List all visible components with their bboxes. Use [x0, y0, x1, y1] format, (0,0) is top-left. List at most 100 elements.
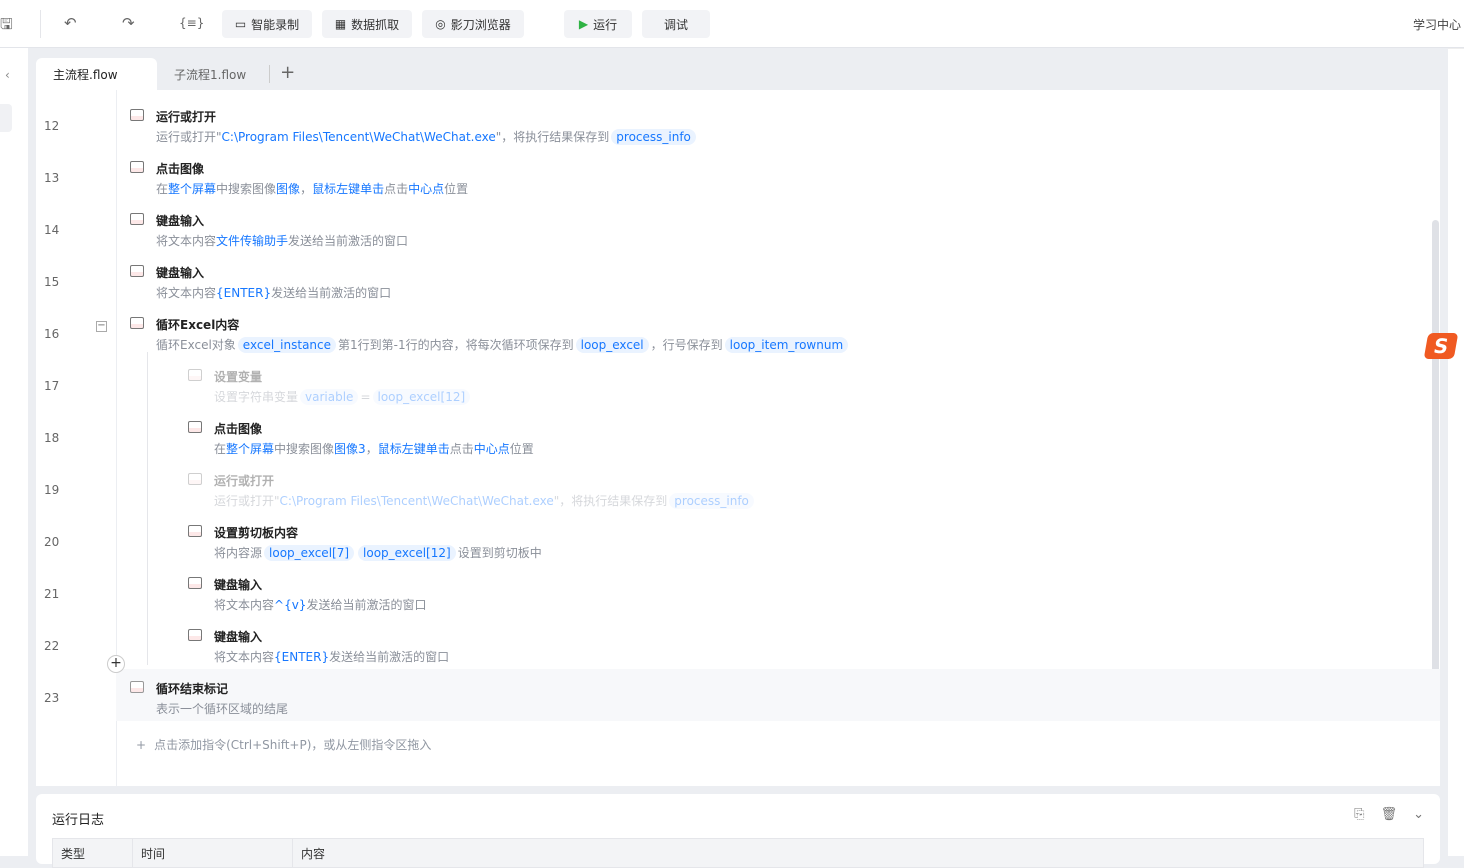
sidebar-tab[interactable]	[0, 104, 12, 132]
line-number: 22	[44, 639, 60, 653]
command-description: 设置字符串变量 variable = loop_excel[12]	[214, 388, 472, 405]
column-time: 时间	[133, 839, 293, 867]
command-row[interactable]: 19 运行或打开 运行或打开"C:\Program Files\Tencent\We…	[36, 461, 1440, 513]
run-button[interactable]: ▶ 运行	[564, 10, 632, 38]
command-title: 运行或打开	[156, 110, 217, 124]
line-number: 15	[44, 275, 60, 289]
variable-chip[interactable]: variable	[300, 389, 359, 405]
command-title: 键盘输入	[156, 266, 205, 280]
variable-chip[interactable]: excel_instance	[237, 337, 337, 353]
command-row[interactable]: 23 循环结束标记 表示一个循环区域的结尾	[36, 669, 1440, 721]
tab-subflow-1[interactable]: 子流程1.flow	[157, 58, 263, 90]
desc-text: "，将执行结果保存到	[495, 130, 610, 144]
variable-chip[interactable]: loop_excel[12]	[358, 545, 456, 561]
line-number: 12	[44, 119, 60, 133]
smart-record-button[interactable]: ▭ 智能录制	[222, 10, 312, 38]
variable-chip[interactable]: loop_excel[12]	[372, 389, 471, 405]
param-value[interactable]: 整个屏幕	[168, 182, 216, 196]
line-number: 17	[44, 379, 60, 393]
desc-text: =	[360, 390, 371, 404]
data-extract-button[interactable]: ▦ 数据抓取	[322, 10, 412, 38]
line-number: 13	[44, 171, 60, 185]
command-row[interactable]: 12 运行或打开 运行或打开"C:\Program Files\Tencent\We…	[36, 97, 1440, 149]
param-value[interactable]: C:\Program Files\Tencent\WeChat\WeChat.e…	[280, 494, 554, 508]
add-command-hint[interactable]: + 点击添加指令(Ctrl+Shift+P)，或从左侧指令区拖入	[136, 736, 431, 753]
command-row[interactable]: 21 键盘输入 将文本内容^{v}发送给当前激活的窗口	[36, 565, 1440, 617]
desc-text: 点击	[384, 182, 409, 196]
debug-label: 调试	[663, 17, 688, 32]
add-tab-button[interactable]: +	[269, 64, 295, 83]
insert-command-button[interactable]: +	[107, 655, 125, 673]
undo-icon[interactable]: ↶	[64, 14, 77, 32]
param-value[interactable]: 中心点	[408, 182, 444, 196]
desc-text: 在	[156, 182, 169, 196]
desc-text: 第1行到第-1行的内容，将每次循环项保存到	[338, 338, 574, 352]
run-log-panel: 运行日志 ⎘ 🗑 ⌄ 类型 时间 内容	[36, 794, 1440, 868]
desc-text: 发送给当前激活的窗口	[329, 650, 450, 664]
command-title: 循环结束标记	[156, 682, 229, 696]
param-value[interactable]: ^{v}	[274, 598, 306, 612]
param-value[interactable]: 鼠标左键单击	[378, 442, 450, 456]
run-open-icon	[130, 109, 144, 121]
desc-text: 设置到剪切板中	[457, 546, 542, 560]
variable-chip[interactable]: process_info	[611, 129, 696, 145]
command-title: 键盘输入	[214, 578, 263, 592]
command-description: 循环Excel对象 excel_instance 第1行到第-1行的内容，将每次循环…	[156, 336, 850, 353]
run-label: 运行	[593, 17, 618, 32]
keyboard-icon	[188, 629, 202, 641]
param-value[interactable]: 图像3	[334, 442, 366, 456]
add-command-hint-text: 点击添加指令(Ctrl+Shift+P)，或从左侧指令区拖入	[154, 738, 432, 752]
desc-text: 发送给当前激活的窗口	[271, 286, 392, 300]
camera-icon: ▭	[234, 17, 247, 31]
command-description: 将文本内容{ENTER}发送给当前激活的窗口	[156, 284, 391, 301]
command-title: 设置剪切板内容	[214, 526, 299, 540]
line-number: 16	[44, 327, 60, 341]
command-row[interactable]: 15 键盘输入将文本内容{ENTER}发送给当前激活的窗口	[36, 253, 1440, 305]
redo-icon[interactable]: ↷	[122, 14, 135, 32]
variable-chip[interactable]: loop_excel	[575, 337, 649, 353]
collapse-left-icon[interactable]: ‹	[5, 68, 10, 82]
browser-button[interactable]: ◎ 影刀浏览器	[422, 10, 524, 38]
command-row[interactable]: 17 设置变量 设置字符串变量 variable = loop_excel[12]	[36, 357, 1440, 409]
variable-chip[interactable]: loop_item_rownum	[724, 337, 849, 353]
command-title: 点击图像	[214, 422, 263, 436]
command-row[interactable]: 20 设置剪切板内容 将内容源 loop_excel[7] loop_excel[12]…	[36, 513, 1440, 565]
desc-text: ，	[365, 442, 378, 456]
variables-icon[interactable]: {≡}	[179, 16, 204, 30]
command-row[interactable]: 14 键盘输入 将文本内容文件传输助手发送给当前激活的窗口	[36, 201, 1440, 253]
loop-end-icon	[130, 681, 144, 693]
keyboard-icon	[188, 577, 202, 589]
browser-label: 影刀浏览器	[450, 17, 511, 32]
variable-chip[interactable]: loop_excel[7]	[264, 545, 355, 561]
variable-chip[interactable]: process_info	[669, 493, 754, 509]
param-value[interactable]: 文件传输助手	[216, 234, 288, 248]
tab-main-flow[interactable]: 主流程.flow	[36, 58, 157, 90]
desc-text: 将文本内容	[214, 598, 275, 612]
command-description: 在整个屏幕中搜索图像图像3，鼠标左键单击点击中心点位置	[214, 440, 534, 457]
delete-log-icon[interactable]: 🗑	[1381, 807, 1398, 822]
set-variable-icon	[188, 369, 202, 381]
param-value[interactable]: {ENTER}	[274, 650, 329, 664]
desc-text: 点击	[449, 442, 474, 456]
command-description: 在整个屏幕中搜索图像图像，鼠标左键单击点击中心点位置	[156, 180, 468, 197]
desc-text: 发送给当前激活的窗口	[306, 598, 427, 612]
param-value[interactable]: 整个屏幕	[226, 442, 274, 456]
save-icon[interactable]: 🖫	[0, 14, 13, 39]
param-value[interactable]: C:\Program Files\Tencent\WeChat\WeChat.e…	[222, 130, 496, 144]
collapse-log-icon[interactable]: ⌄	[1413, 807, 1424, 822]
param-value[interactable]: 图像	[276, 182, 300, 196]
command-title: 键盘输入	[156, 214, 205, 228]
export-log-icon[interactable]: ⎘	[1354, 807, 1364, 822]
param-value[interactable]: 鼠标左键单击	[312, 182, 384, 196]
param-value[interactable]: 中心点	[474, 442, 510, 456]
command-row[interactable]: 16 循环Excel内容 循环Excel对象 excel_instance 第1行到第-…	[36, 305, 1440, 357]
command-row[interactable]: 22 键盘输入 将文本内容{ENTER}发送给当前激活的窗口	[36, 617, 1440, 669]
command-title: 键盘输入	[214, 630, 263, 644]
row-highlight	[116, 669, 1440, 721]
learning-center-link[interactable]: 学习中心	[1413, 16, 1461, 33]
command-row[interactable]: 13 点击 图像 在整个屏幕中搜索图像图像，鼠标左键单击点击中心点位置	[36, 149, 1440, 201]
param-value[interactable]: {ENTER}	[216, 286, 271, 300]
command-row[interactable]: 18 点击图像 在整个屏幕中搜索图像图像3，鼠标左键单击点击中心点位置	[36, 409, 1440, 461]
debug-button[interactable]: 调试	[642, 10, 710, 38]
clipboard-icon	[188, 525, 202, 537]
